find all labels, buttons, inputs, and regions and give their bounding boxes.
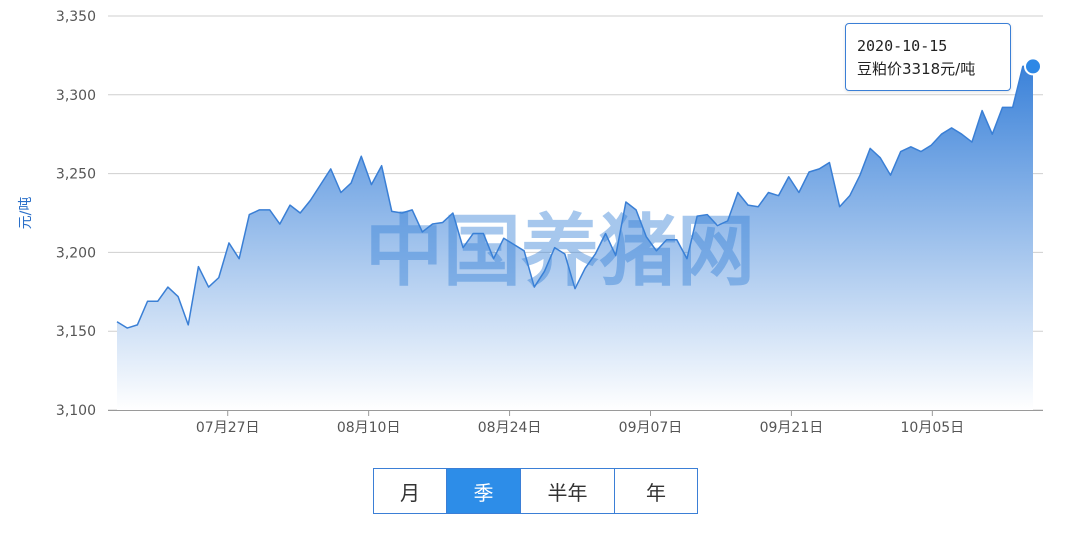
y-tick-label: 3,100 — [56, 403, 96, 419]
watermark-text: 中国养猪网 — [365, 207, 755, 297]
tooltip-date: 2020-10-15 — [857, 37, 948, 55]
tab-half-year[interactable]: 半年 — [521, 469, 615, 513]
y-tick-label: 3,200 — [56, 245, 96, 261]
x-tick-label: 07月27日 — [196, 420, 260, 436]
range-tabs: 月 季 半年 年 — [373, 468, 698, 514]
highlight-point — [1024, 57, 1042, 76]
y-tick-label: 3,300 — [56, 88, 96, 104]
x-tick-label: 08月10日 — [337, 420, 401, 436]
y-tick-label: 3,350 — [56, 9, 96, 25]
tab-year[interactable]: 年 — [615, 469, 697, 513]
y-tick-label: 3,250 — [56, 167, 96, 183]
x-tick-label: 10月05日 — [901, 420, 965, 436]
tooltip-value: 豆粕价3318元/吨 — [857, 60, 976, 78]
tab-month[interactable]: 月 — [374, 469, 447, 513]
chart-tooltip: 2020-10-15 豆粕价3318元/吨 — [845, 23, 1011, 91]
x-tick-label: 09月21日 — [760, 420, 824, 436]
x-tick-label: 08月24日 — [478, 420, 542, 436]
y-tick-label: 3,150 — [56, 324, 96, 340]
tab-quarter[interactable]: 季 — [447, 469, 521, 513]
y-axis-label: 元/吨 — [18, 197, 34, 230]
x-tick-label: 09月07日 — [619, 420, 683, 436]
